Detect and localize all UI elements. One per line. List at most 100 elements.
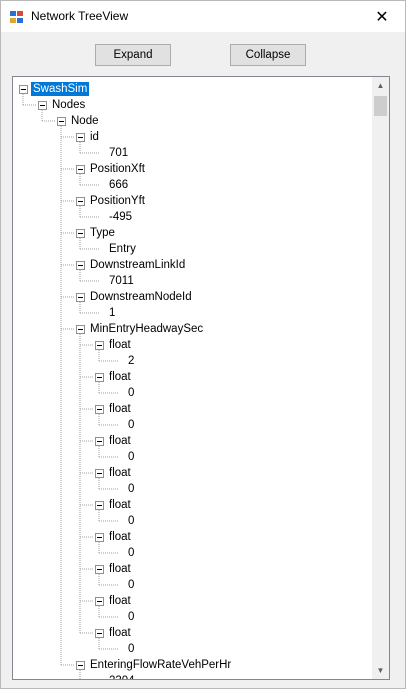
tree-node[interactable]: 2304 (107, 673, 137, 679)
collapse-toggle-icon[interactable] (19, 85, 28, 94)
treeview-app-icon (10, 11, 23, 23)
tree-node-label: 2304 (107, 674, 137, 679)
collapse-toggle-icon[interactable] (76, 261, 85, 270)
tree-node[interactable]: 1 (107, 305, 117, 321)
collapse-toggle-icon[interactable] (95, 533, 104, 542)
title-bar: Network TreeView ✕ (1, 1, 405, 32)
tree-node-label: 0 (128, 419, 135, 431)
tree-node[interactable]: PositionYft (88, 193, 147, 209)
collapse-toggle-icon[interactable] (95, 437, 104, 446)
close-button[interactable]: ✕ (359, 1, 405, 32)
tree-node[interactable]: float (107, 401, 133, 417)
collapse-toggle-icon[interactable] (76, 293, 85, 302)
tree-node-label: float (109, 531, 131, 543)
tree-node[interactable]: float (107, 625, 133, 641)
tree-node[interactable]: EnteringFlowRateVehPerHr (88, 657, 233, 673)
tree-node-label: 7011 (109, 275, 134, 287)
collapse-toggle-icon[interactable] (95, 341, 104, 350)
scroll-up-button[interactable]: ▲ (372, 77, 389, 94)
tree-node[interactable]: float (107, 529, 133, 545)
tree-node-label: Node (71, 115, 99, 127)
tree-node-label: 0 (128, 643, 135, 655)
tree-node[interactable]: Entry (107, 241, 138, 257)
vertical-scrollbar[interactable]: ▲ ▼ (372, 77, 389, 679)
tree-node-label: 2 (128, 355, 135, 367)
collapse-toggle-icon[interactable] (95, 565, 104, 574)
collapse-toggle-icon[interactable] (76, 197, 85, 206)
collapse-toggle-icon[interactable] (57, 117, 66, 126)
tree-node[interactable]: 7011 (107, 273, 136, 289)
collapse-toggle-icon[interactable] (76, 165, 85, 174)
collapse-toggle-icon[interactable] (95, 597, 104, 606)
tree-node[interactable]: 666 (107, 177, 130, 193)
scroll-thumb[interactable] (374, 96, 387, 116)
tree-node-label: DownstreamLinkId (90, 259, 186, 271)
tree-node[interactable]: 0 (126, 417, 136, 433)
collapse-toggle-icon[interactable] (95, 501, 104, 510)
tree-node[interactable]: 0 (126, 513, 136, 529)
collapse-toggle-icon[interactable] (95, 373, 104, 382)
tree-node[interactable]: DownstreamLinkId (88, 257, 187, 273)
window-title: Network TreeView (31, 9, 129, 23)
tree-node-label: Entry (109, 243, 136, 255)
tree-node[interactable]: 0 (126, 577, 136, 593)
collapse-toggle-icon[interactable] (95, 405, 104, 414)
tree-node[interactable]: id (88, 129, 101, 145)
tree-node[interactable]: 0 (126, 481, 136, 497)
tree-node[interactable]: float (107, 369, 133, 385)
tree-node-label: Type (90, 227, 115, 239)
tree-node-label: EnteringFlowRateVehPerHr (90, 659, 232, 671)
tree-node-label: 0 (128, 611, 135, 623)
tree-node[interactable]: DownstreamNodeId (88, 289, 194, 305)
collapse-toggle-icon[interactable] (95, 469, 104, 478)
tree-node-label: float (109, 595, 131, 607)
tree-node[interactable]: PositionXft (88, 161, 147, 177)
expand-button[interactable]: Expand (95, 44, 171, 66)
collapse-toggle-icon[interactable] (95, 629, 104, 638)
collapse-button[interactable]: Collapse (230, 44, 306, 66)
tree-node[interactable]: 0 (126, 641, 136, 657)
tree-node-label: 1 (109, 307, 116, 319)
tree-node-label: DownstreamNodeId (90, 291, 192, 303)
tree-node-label: float (109, 371, 131, 383)
scroll-down-button[interactable]: ▼ (372, 662, 389, 679)
tree-node[interactable]: 701 (107, 145, 130, 161)
collapse-toggle-icon[interactable] (76, 661, 85, 670)
tree-node[interactable]: float (107, 561, 133, 577)
tree-node[interactable]: float (107, 465, 133, 481)
tree-node[interactable]: 0 (126, 545, 136, 561)
tree-node-label: 666 (109, 179, 129, 191)
tree-node-label: Nodes (52, 99, 86, 111)
tree-node-label: float (109, 403, 131, 415)
network-tree-view[interactable]: SwashSim Nodes Node id 701 PositionXft 666 Posi… (12, 76, 390, 680)
collapse-toggle-icon[interactable] (76, 229, 85, 238)
tree-node-label: 0 (128, 515, 135, 527)
tree-node[interactable]: 0 (126, 609, 136, 625)
tree-node[interactable]: float (107, 497, 133, 513)
tree-node[interactable]: float (107, 593, 133, 609)
tree-node[interactable]: -495 (107, 209, 134, 225)
tree-node[interactable]: MinEntryHeadwaySec (88, 321, 205, 337)
tree-node-label: 0 (128, 579, 135, 591)
tree-node[interactable]: Type (88, 225, 117, 241)
tree-root-node[interactable]: SwashSim (31, 81, 90, 97)
tree-node-label: PositionYft (90, 195, 145, 207)
tree-node[interactable]: Node (69, 113, 101, 129)
tree-node-label: PositionXft (90, 163, 145, 175)
collapse-toggle-icon[interactable] (76, 133, 85, 142)
collapse-toggle-icon[interactable] (76, 325, 85, 334)
chevron-down-icon: ▼ (376, 666, 385, 675)
tree-node-label: MinEntryHeadwaySec (90, 323, 204, 335)
tree-node-label: float (109, 339, 131, 351)
tree-node-label: 0 (128, 387, 135, 399)
tree-node[interactable]: 0 (126, 385, 136, 401)
tree-node[interactable]: Nodes (50, 97, 87, 113)
tree-node[interactable]: 0 (126, 449, 136, 465)
tree-node-label: float (109, 435, 131, 447)
tree-node[interactable]: float (107, 337, 133, 353)
tree-node[interactable]: 2 (126, 353, 136, 369)
collapse-toggle-icon[interactable] (38, 101, 47, 110)
tree-node-label: SwashSim (31, 82, 90, 96)
tree-node-label: float (109, 499, 131, 511)
tree-node[interactable]: float (107, 433, 133, 449)
